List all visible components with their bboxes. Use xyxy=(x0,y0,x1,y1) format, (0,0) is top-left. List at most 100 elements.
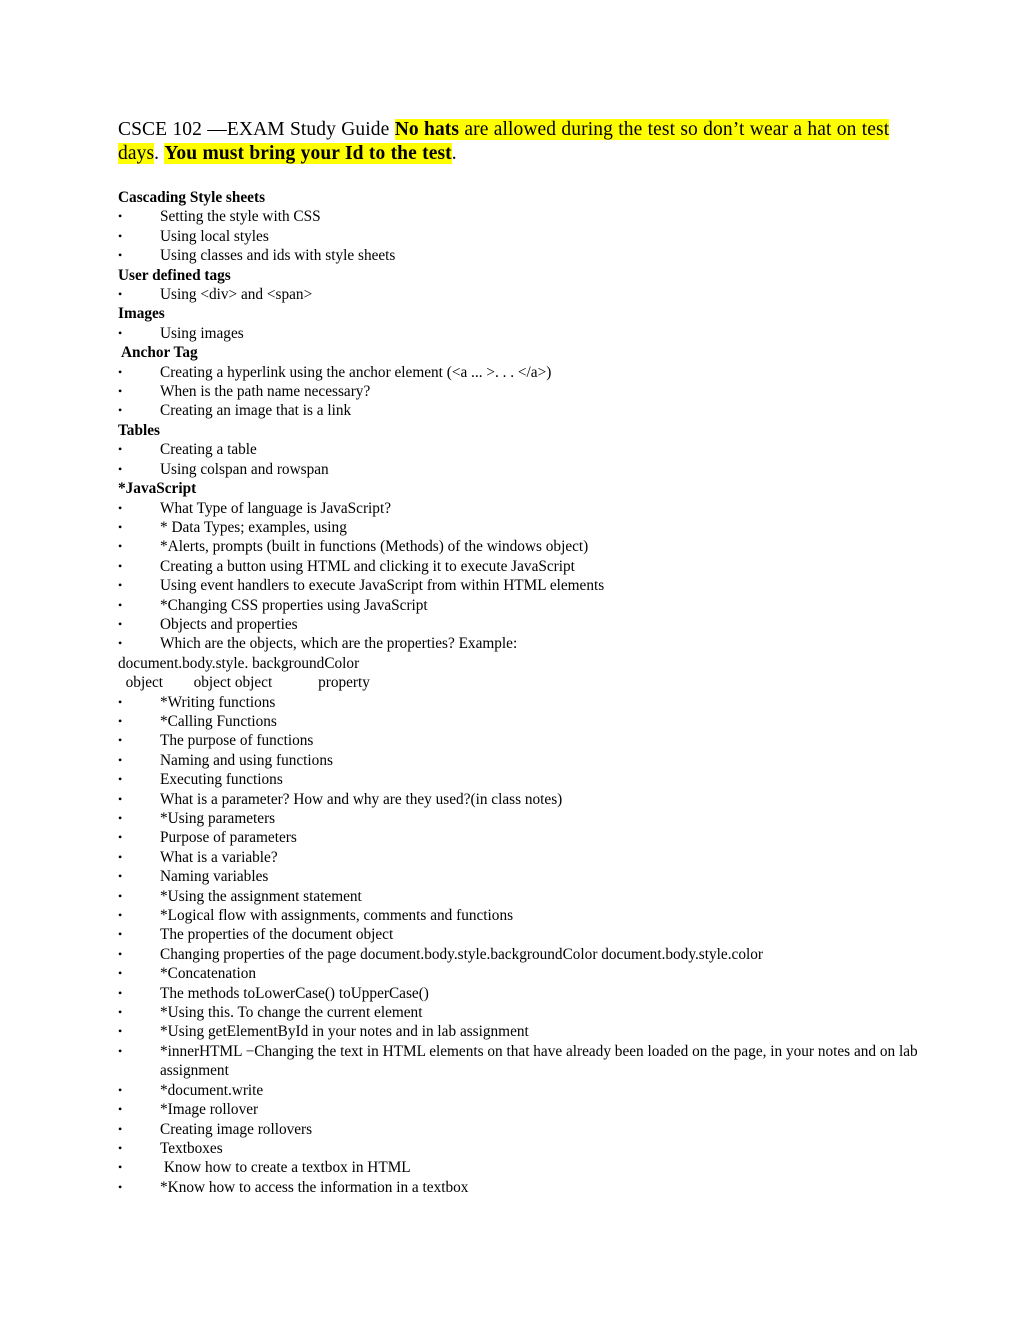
outline-bullet-item: • Using local styles xyxy=(118,227,920,246)
example-annotation-line: object object object property xyxy=(118,674,370,692)
bullet-icon: • xyxy=(118,325,123,340)
example-expression-line: document.body.style. backgroundColor xyxy=(118,654,360,672)
outline-bullet-item: • *Image rollover xyxy=(118,1100,920,1119)
outline-bullet-item: • *Calling Functions xyxy=(118,712,920,731)
bullet-label: *Using parameters xyxy=(160,810,276,827)
outline-bullet-item: • * Data Types; examples, using xyxy=(118,518,920,537)
outline-bullet-item: • Setting the style with CSS xyxy=(118,207,920,226)
bullet-label: Creating a hyperlink using the anchor el… xyxy=(160,363,552,381)
bullet-icon: • xyxy=(118,519,123,534)
outline-bullet-item: • Using images xyxy=(118,324,920,343)
bullet-label: Creating a table xyxy=(160,441,257,459)
outline-bullet-item: • *Using this. To change the current elem… xyxy=(118,1003,920,1022)
bullet-icon: • xyxy=(118,888,123,903)
bullet-label: *Using getElementById in your notes and … xyxy=(160,1023,529,1041)
bullet-icon: • xyxy=(118,403,123,418)
bullet-label: *Writing functions xyxy=(160,693,276,711)
bullet-icon: • xyxy=(118,908,123,923)
outline-bullet-item: • *Using getElementById in your notes and… xyxy=(118,1022,920,1041)
bullet-label: Creating an image that is a link xyxy=(160,402,352,420)
bullet-label: Executing functions xyxy=(160,771,283,789)
outline-bullet-item: • What is a variable? xyxy=(118,848,920,867)
outline-bullet-item: • *Logical flow with assignments, comment… xyxy=(118,906,920,925)
outline-bullet-item: • *Concatenation xyxy=(118,964,920,983)
outline-bullet-item: • *Using parameters xyxy=(118,809,920,828)
outline-bullet-item: • Creating a hyperlink using the anchor e… xyxy=(118,363,920,382)
bullet-icon: • xyxy=(118,811,123,825)
outline-bullet-item: • Creating an image that is a link xyxy=(118,401,920,420)
outline-bullet-item: • *Know how to access the information in … xyxy=(118,1178,920,1197)
outline-bullet-item: • Using colspan and rowspan xyxy=(118,460,920,479)
outline-bullet-item: • Purpose of parameters xyxy=(118,828,920,847)
bullet-icon: • xyxy=(118,830,123,845)
bullet-label: *Logical flow with assignments, comments… xyxy=(160,907,514,925)
bullet-icon: • xyxy=(118,558,123,573)
bullet-icon: • xyxy=(118,752,123,767)
bullet-icon: • xyxy=(118,384,123,399)
bullet-label: Creating image rollovers xyxy=(160,1120,313,1138)
outline-bullet-item: • Changing properties of the page documen… xyxy=(118,945,920,964)
title-highlight-no-hats: No hats xyxy=(394,119,460,140)
bullet-icon: • xyxy=(118,578,123,593)
bullet-label: *Image rollover xyxy=(160,1101,259,1119)
bullet-icon: • xyxy=(118,1179,123,1194)
bullet-icon: • xyxy=(118,209,123,224)
bullet-icon: • xyxy=(118,539,123,554)
bullet-label: Which are the objects, which are the pro… xyxy=(160,635,518,653)
bullet-icon: • xyxy=(118,364,123,379)
outline-bullet-item: • Using event handlers to execute JavaScr… xyxy=(118,576,920,595)
bullet-label: * Data Types; examples, using xyxy=(160,518,347,536)
bullet-icon: • xyxy=(118,442,123,457)
bullet-icon: • xyxy=(118,248,123,263)
bullet-label: Using colspan and rowspan xyxy=(160,460,329,478)
bullet-label: Textboxes xyxy=(160,1139,223,1157)
outline-bullet-item: • *Using the assignment statement xyxy=(118,887,920,906)
outline-bullet-item: • *Writing functions xyxy=(118,693,920,712)
bullet-label: Using event handlers to execute JavaScri… xyxy=(160,577,605,595)
title-period: . xyxy=(451,143,457,164)
title-prefix: CSCE 102 —EXAM Study Guide xyxy=(118,119,395,140)
bullet-icon: • xyxy=(118,927,123,942)
bullet-icon: • xyxy=(118,1102,123,1117)
bullet-label: Naming variables xyxy=(160,868,269,886)
bullet-icon: • xyxy=(118,1140,123,1155)
bullet-icon: • xyxy=(118,694,123,709)
bullet-icon: • xyxy=(118,713,123,728)
outline-bullet-item: • *Alerts, prompts (built in functions (M… xyxy=(118,537,920,556)
bullet-label: Using local styles xyxy=(160,227,269,245)
outline-bullet-item: • What Type of language is JavaScript? xyxy=(118,499,920,518)
page-title: CSCE 102 —EXAM Study Guide No hats are a… xyxy=(118,118,920,166)
bullet-label: *Concatenation xyxy=(160,965,257,983)
title-separator: . xyxy=(154,143,165,164)
bullet-icon: • xyxy=(118,772,123,787)
bullet-icon: • xyxy=(118,287,123,302)
outline-bullet-item: • Know how to create a textbox in HTML xyxy=(118,1158,920,1177)
bullet-icon: • xyxy=(118,1024,123,1039)
bullet-icon: • xyxy=(118,597,123,612)
bullet-label: *document.write xyxy=(160,1081,264,1099)
bullet-label: Using <div> and <span> xyxy=(160,286,313,304)
outline-bullet-item: • Creating image rollovers xyxy=(118,1120,920,1139)
bullet-icon: • xyxy=(118,733,123,748)
bullet-label: *Alerts, prompts (built in functions (Me… xyxy=(160,538,589,556)
bullet-icon: • xyxy=(118,869,123,884)
outline-bullet-item: • Executing functions xyxy=(118,770,920,789)
outline-bullet-item: • Using classes and ids with style sheets xyxy=(118,246,920,265)
section-heading: Anchor Tag xyxy=(118,344,198,362)
bullet-icon: • xyxy=(118,636,123,651)
bullet-icon: • xyxy=(118,616,123,631)
outline-bullet-item: • Creating a table xyxy=(118,440,920,459)
outline-body: Cascading Style sheets • Setting the style… xyxy=(118,188,920,1197)
outline-bullet-item: • *Changing CSS properties using JavaScri… xyxy=(118,596,920,615)
bullet-icon: • xyxy=(118,985,123,1000)
bullet-label: Creating a button using HTML and clickin… xyxy=(160,557,575,575)
bullet-label: Using classes and ids with style sheets xyxy=(160,247,396,265)
bullet-label: *Using this. To change the current eleme… xyxy=(160,1004,423,1022)
outline-bullet-item: • *innerHTML −Changing the text in HTML e… xyxy=(118,1042,920,1081)
outline-bullet-item: • The purpose of functions xyxy=(118,731,920,750)
bullet-label: *Changing CSS properties using JavaScrip… xyxy=(160,596,428,614)
outline-bullet-item: • Using <div> and <span> xyxy=(118,285,920,304)
bullet-label: Know how to create a textbox in HTML xyxy=(160,1159,411,1177)
bullet-icon: • xyxy=(118,1082,123,1097)
section-heading: Tables xyxy=(118,421,160,439)
